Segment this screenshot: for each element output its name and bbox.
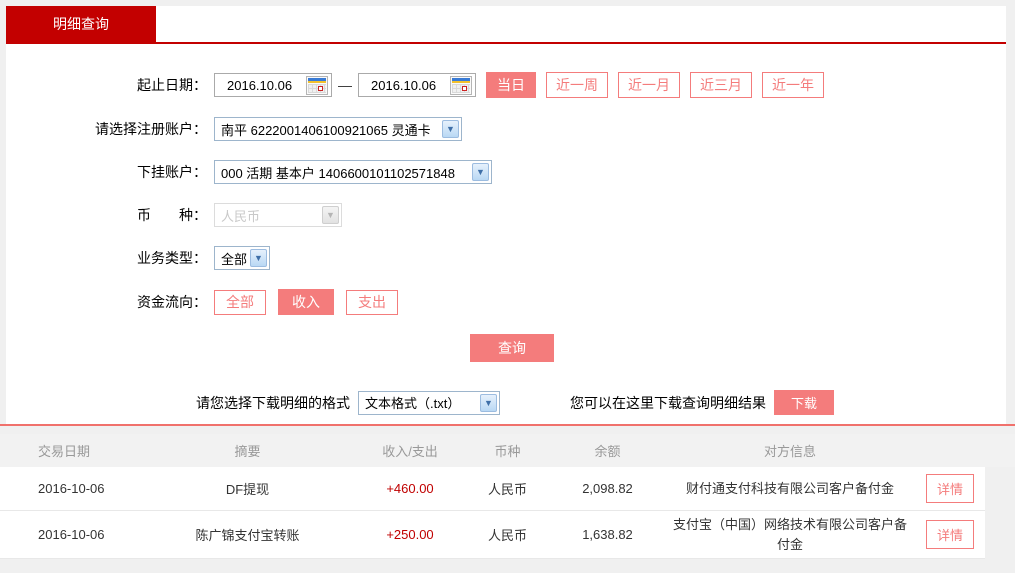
detail-button[interactable]: 详情 bbox=[926, 474, 974, 503]
cell-currency: 人民币 bbox=[465, 525, 550, 544]
query-form: 起止日期： 2016.10.06 — 2016.10.06 bbox=[6, 44, 1006, 424]
header-trade-date: 交易日期 bbox=[0, 441, 140, 460]
table-header: 交易日期 摘要 收入/支出 币种 余额 对方信息 bbox=[0, 434, 1015, 467]
fund-flow-label: 资金流向： bbox=[6, 292, 214, 312]
quick-range-year-button[interactable]: 近一年 bbox=[762, 72, 824, 98]
sub-account-row: 下挂账户： 000 活期 基本户 1406600101102571848 ▼ bbox=[6, 160, 1006, 184]
detail-button[interactable]: 详情 bbox=[926, 520, 974, 549]
sub-account-value: 000 活期 基本户 1406600101102571848 bbox=[221, 163, 455, 182]
fund-flow-row: 资金流向： 全部 收入 支出 bbox=[6, 289, 1006, 315]
quick-range-today-button[interactable]: 当日 bbox=[486, 72, 536, 98]
cell-trade-date: 2016-10-06 bbox=[0, 481, 140, 496]
detail-query-page: 明细查询 起止日期： 2016.10.06 — 2016.10.06 bbox=[0, 6, 1015, 573]
biz-type-row: 业务类型： 全部 ▼ bbox=[6, 246, 1006, 270]
header-amount: 收入/支出 bbox=[355, 441, 465, 460]
currency-row: 币 种： 人民币 ▼ bbox=[6, 203, 1006, 227]
table-row: 2016-10-06 DF提现 +460.00 人民币 2,098.82 财付通… bbox=[0, 467, 985, 511]
date-range-row: 起止日期： 2016.10.06 — 2016.10.06 bbox=[6, 72, 1006, 98]
calendar-icon-grid bbox=[308, 84, 326, 93]
header-balance: 余额 bbox=[550, 441, 665, 460]
download-format-value: 文本格式（.txt） bbox=[365, 393, 460, 412]
register-account-value: 南平 6222001406100921065 灵通卡 bbox=[221, 120, 431, 139]
cell-currency: 人民币 bbox=[465, 479, 550, 498]
biz-type-select[interactable]: 全部 ▼ bbox=[214, 246, 270, 270]
section-gap bbox=[0, 426, 1015, 434]
date-from-value: 2016.10.06 bbox=[227, 78, 292, 93]
cell-counterparty: 支付宝（中国）网络技术有限公司客户备付金 bbox=[665, 511, 915, 558]
register-account-label: 请选择注册账户： bbox=[6, 119, 214, 139]
date-from-input[interactable]: 2016.10.06 bbox=[214, 73, 332, 97]
register-account-select[interactable]: 南平 6222001406100921065 灵通卡 ▼ bbox=[214, 117, 462, 141]
chevron-down-icon: ▼ bbox=[442, 120, 459, 138]
download-format-select[interactable]: 文本格式（.txt） ▼ bbox=[358, 391, 500, 415]
currency-label: 币 种： bbox=[6, 205, 214, 225]
cell-trade-date: 2016-10-06 bbox=[0, 527, 140, 542]
chevron-down-icon: ▼ bbox=[250, 249, 267, 267]
sub-account-select[interactable]: 000 活期 基本户 1406600101102571848 ▼ bbox=[214, 160, 492, 184]
cell-balance: 2,098.82 bbox=[550, 481, 665, 496]
query-button-row: 查询 bbox=[6, 334, 1006, 362]
biz-type-value: 全部 bbox=[221, 249, 247, 268]
table-row: 2016-10-06 陈广锦支付宝转账 +250.00 人民币 1,638.82… bbox=[0, 511, 985, 559]
date-range-label: 起止日期： bbox=[6, 75, 214, 95]
chevron-down-icon: ▼ bbox=[472, 163, 489, 181]
cell-amount: +460.00 bbox=[355, 481, 465, 496]
calendar-icon-stripe bbox=[308, 81, 326, 83]
currency-select: 人民币 ▼ bbox=[214, 203, 342, 227]
download-format-label: 请您选择下载明细的格式 bbox=[196, 393, 350, 413]
cell-amount: +250.00 bbox=[355, 527, 465, 542]
query-button[interactable]: 查询 bbox=[470, 334, 554, 362]
calendar-icon-stripe bbox=[452, 81, 470, 83]
date-to-input[interactable]: 2016.10.06 bbox=[358, 73, 476, 97]
calendar-icon-grid bbox=[452, 84, 470, 93]
sub-account-label: 下挂账户： bbox=[6, 162, 214, 182]
cell-summary: 陈广锦支付宝转账 bbox=[140, 525, 355, 544]
header-summary: 摘要 bbox=[140, 441, 355, 460]
table-body: 2016-10-06 DF提现 +460.00 人民币 2,098.82 财付通… bbox=[0, 467, 1015, 559]
date-to-value: 2016.10.06 bbox=[371, 78, 436, 93]
cell-summary: DF提现 bbox=[140, 479, 355, 498]
quick-range-quarter-button[interactable]: 近三月 bbox=[690, 72, 752, 98]
date-range-separator: — bbox=[338, 77, 352, 93]
tab-bar: 明细查询 bbox=[6, 6, 1006, 44]
calendar-icon[interactable] bbox=[450, 76, 472, 95]
chevron-down-icon: ▼ bbox=[322, 206, 339, 224]
header-currency: 币种 bbox=[465, 441, 550, 460]
cell-balance: 1,638.82 bbox=[550, 527, 665, 542]
cell-counterparty: 财付通支付科技有限公司客户备付金 bbox=[665, 475, 915, 503]
calendar-icon-day-marker bbox=[462, 86, 467, 91]
biz-type-label: 业务类型： bbox=[6, 248, 214, 268]
calendar-icon[interactable] bbox=[306, 76, 328, 95]
tab-detail-query[interactable]: 明细查询 bbox=[6, 6, 156, 42]
flow-all-button[interactable]: 全部 bbox=[214, 290, 266, 315]
quick-range-week-button[interactable]: 近一周 bbox=[546, 72, 608, 98]
flow-expense-button[interactable]: 支出 bbox=[346, 290, 398, 315]
flow-income-button[interactable]: 收入 bbox=[278, 289, 334, 315]
chevron-down-icon: ▼ bbox=[480, 394, 497, 412]
quick-range-month-button[interactable]: 近一月 bbox=[618, 72, 680, 98]
calendar-icon-day-marker bbox=[318, 86, 323, 91]
header-counterparty: 对方信息 bbox=[665, 441, 915, 460]
download-hint-text: 您可以在这里下载查询明细结果 bbox=[570, 393, 766, 413]
currency-value: 人民币 bbox=[221, 206, 260, 225]
query-panel: 明细查询 起止日期： 2016.10.06 — 2016.10.06 bbox=[6, 6, 1006, 424]
register-account-row: 请选择注册账户： 南平 6222001406100921065 灵通卡 ▼ bbox=[6, 117, 1006, 141]
download-row: 请您选择下载明细的格式 文本格式（.txt） ▼ 您可以在这里下载查询明细结果 … bbox=[6, 390, 1006, 424]
download-button[interactable]: 下载 bbox=[774, 390, 834, 415]
